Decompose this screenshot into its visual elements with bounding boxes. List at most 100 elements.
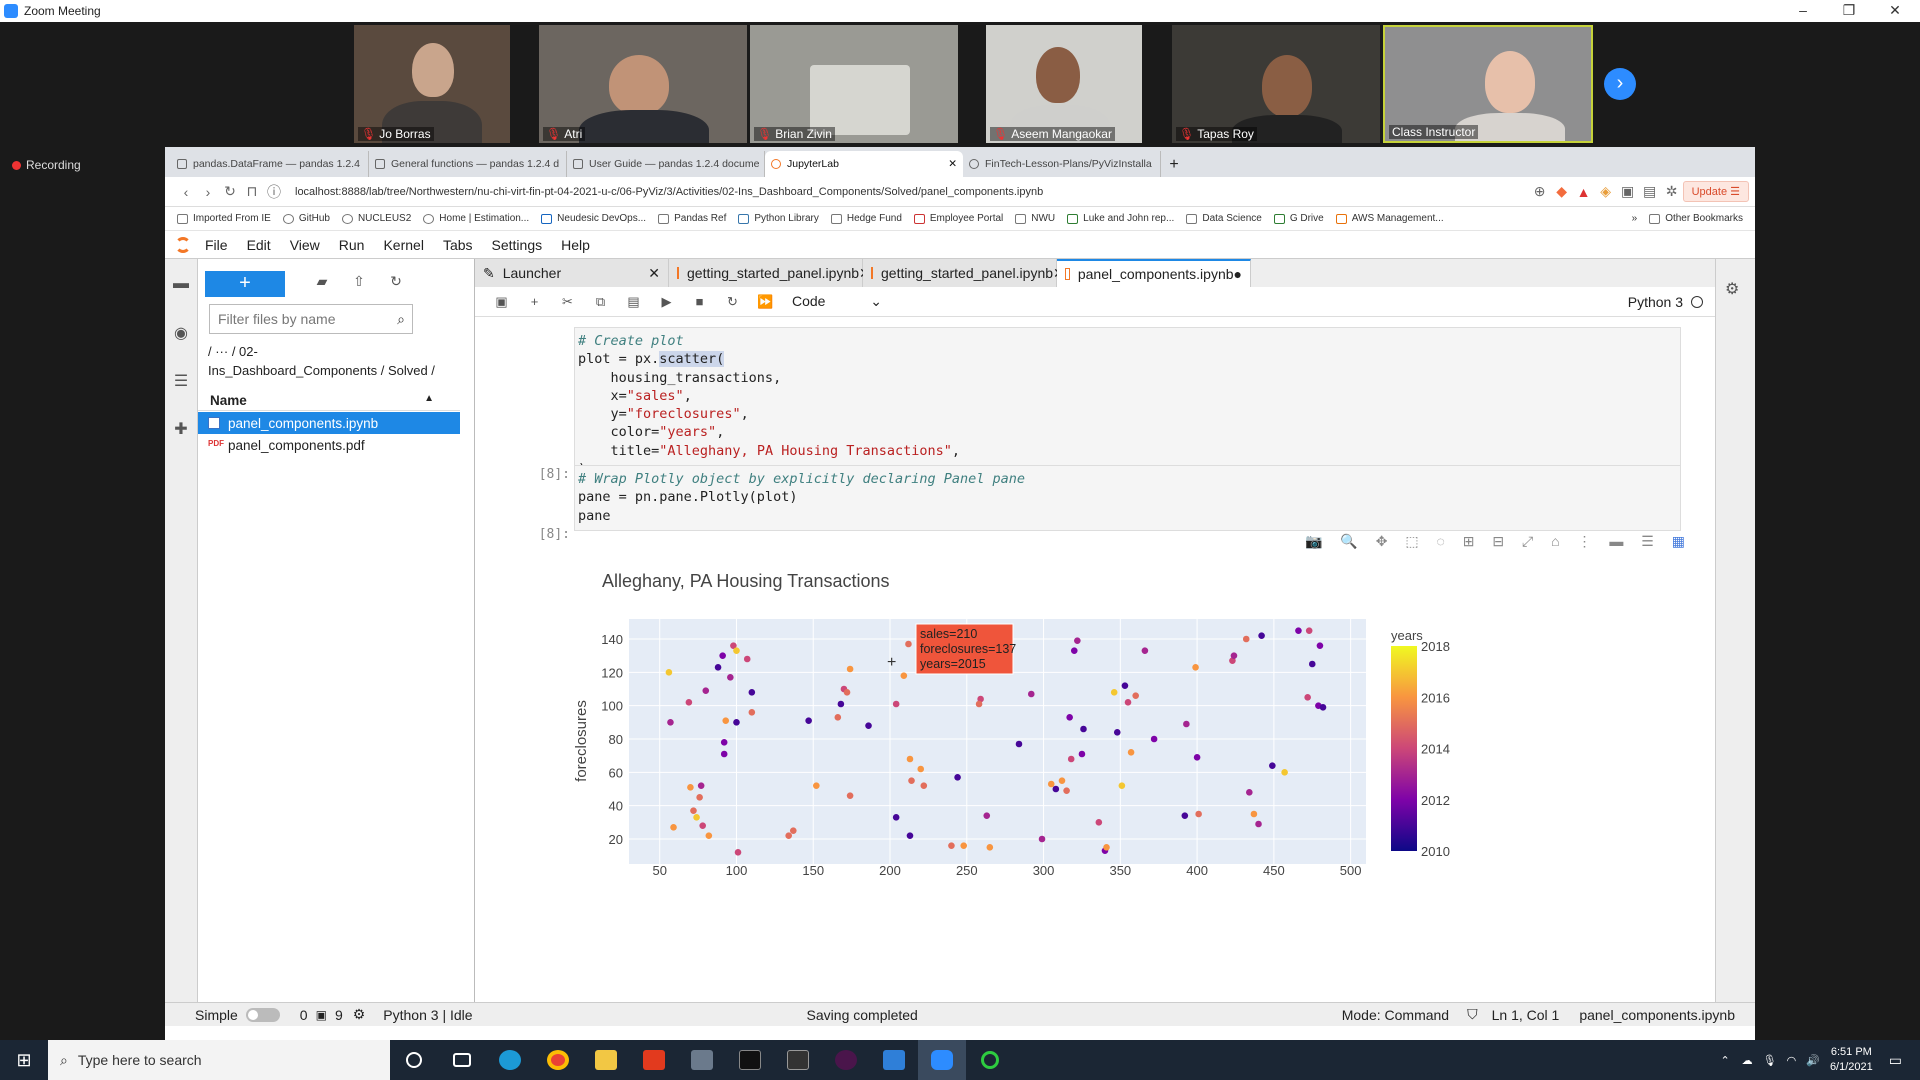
menu-kernel[interactable]: Kernel (383, 237, 423, 253)
next-participants-button[interactable]: › (1604, 68, 1636, 100)
browser-tab[interactable]: General functions — pandas 1.2.4 d (369, 151, 567, 177)
commands-icon[interactable]: ☰ (171, 371, 191, 391)
bookmark[interactable]: GitHub (282, 213, 330, 224)
extensions-icon[interactable]: ✚ (171, 419, 191, 439)
new-folder-icon[interactable]: ▰ (311, 273, 333, 290)
zoom-icon[interactable]: ⊕ (1529, 183, 1551, 200)
close-icon[interactable]: ✕ (648, 265, 660, 282)
cell-type-select[interactable]: Code ⌄ (792, 293, 882, 310)
terminal-icon[interactable]: ▣ (316, 1008, 327, 1022)
folder-icon[interactable]: ▬ (171, 275, 191, 295)
doc-tab-active[interactable]: panel_components.ipynb ● (1057, 259, 1251, 287)
metamask-icon[interactable]: ◈ (1595, 183, 1617, 200)
back-icon[interactable]: ‹ (175, 184, 197, 200)
other-bookmarks[interactable]: Other Bookmarks (1649, 213, 1743, 224)
cursor-position[interactable]: Ln 1, Col 1 (1492, 1007, 1560, 1023)
puzzle-icon[interactable]: ✲ (1661, 183, 1683, 200)
windows-start-icon[interactable]: ⊞ (0, 1050, 48, 1071)
refresh-icon[interactable]: ↻ (385, 273, 407, 290)
shield-icon[interactable]: ⛉ (1467, 1006, 1478, 1023)
volume-icon[interactable]: 🔊 (1806, 1054, 1820, 1067)
chevron-up-icon[interactable]: ⌃ (1720, 1054, 1729, 1067)
more-bookmarks-button[interactable]: » (1632, 213, 1638, 224)
save-icon[interactable]: ▣ (485, 294, 518, 310)
brave-shield-icon[interactable]: ◆ (1551, 183, 1573, 200)
edge-icon[interactable] (486, 1040, 534, 1080)
code-cell-create-plot[interactable]: # Create plot plot = px.scatter( housing… (574, 327, 1681, 481)
wifi-icon[interactable]: ◠ (1787, 1054, 1797, 1067)
filter-files-input[interactable]: Filter files by name ⌕ (209, 304, 413, 334)
doc-tab[interactable]: getting_started_panel.ipynb✕ (669, 259, 871, 287)
kernel-settings-icon[interactable]: ⚙ (353, 1006, 366, 1023)
bookmark[interactable]: Imported From IE (177, 213, 271, 224)
file-item[interactable]: panel_components.ipynb (198, 412, 460, 434)
restart-icon[interactable]: ↻ (716, 294, 749, 310)
paste-icon[interactable]: ▤ (617, 294, 650, 310)
slack-icon[interactable] (822, 1040, 870, 1080)
cut-icon[interactable]: ✂ (551, 294, 584, 310)
bookmark[interactable]: Data Science (1186, 213, 1262, 224)
running-icon[interactable]: ◉ (171, 323, 191, 343)
doc-tab[interactable]: getting_started_panel.ipynb✕ (863, 259, 1065, 287)
extension-icon[interactable]: ▤ (1639, 183, 1661, 200)
browser-tab[interactable]: pandas.DataFrame — pandas 1.2.4 (171, 151, 369, 177)
bookmark[interactable]: NWU (1015, 213, 1055, 224)
menu-settings[interactable]: Settings (492, 237, 543, 253)
kernel-indicator[interactable]: Python 3 (1628, 294, 1703, 310)
office-icon[interactable] (630, 1040, 678, 1080)
code-cell-wrap-plotly[interactable]: # Wrap Plotly object by explicitly decla… (574, 465, 1681, 531)
browser-tab[interactable]: FinTech-Lesson-Plans/PyVizInstalla (963, 151, 1161, 177)
brave-rewards-icon[interactable]: ▲ (1573, 184, 1595, 200)
close-tab-icon[interactable]: ✕ (942, 158, 957, 170)
bookmark[interactable]: Luke and John rep... (1067, 213, 1174, 224)
menu-tabs[interactable]: Tabs (443, 237, 473, 253)
doc-tab-launcher[interactable]: ✎ Launcher ✕ (475, 259, 669, 287)
file-item[interactable]: PDF panel_components.pdf (198, 434, 460, 456)
participant-tile[interactable]: 🎙 Brian Zivin (750, 25, 958, 143)
bookmark[interactable]: NUCLEUS2 (341, 213, 411, 224)
browser-tab-active[interactable]: JupyterLab ✕ (765, 151, 963, 177)
menu-help[interactable]: Help (561, 237, 590, 253)
participant-tile-active-speaker[interactable]: Class Instructor (1383, 25, 1593, 143)
bookmark[interactable]: AWS Management... (1335, 213, 1444, 224)
bookmark[interactable]: Python Library (738, 213, 819, 224)
file-explorer-icon[interactable] (582, 1040, 630, 1080)
participant-tile[interactable]: 🎙 Atri (539, 25, 747, 143)
notifications-icon[interactable]: ▭ (1889, 1052, 1902, 1069)
kernel-status[interactable]: Python 3 | Idle (383, 1007, 472, 1023)
bookmark[interactable]: Employee Portal (913, 213, 1003, 224)
minimize-icon[interactable]: – (1780, 0, 1826, 22)
upload-icon[interactable]: ⇧ (348, 273, 370, 290)
console-icon[interactable] (774, 1040, 822, 1080)
participant-tile[interactable]: 🎙 Tapas Roy (1172, 25, 1380, 143)
insert-cell-icon[interactable]: + (518, 294, 551, 309)
simple-mode-toggle[interactable] (245, 1007, 280, 1022)
menu-view[interactable]: View (290, 237, 320, 253)
chrome-icon[interactable] (534, 1040, 582, 1080)
app-icon[interactable] (966, 1040, 1014, 1080)
menu-run[interactable]: Run (339, 237, 365, 253)
taskbar-search[interactable]: ⌕ Type here to search (48, 1040, 390, 1080)
url-field[interactable]: localhost:8888/lab/tree/Northwestern/nu-… (295, 186, 1529, 198)
bookmark[interactable]: Neudesic DevOps... (541, 213, 646, 224)
bookmark[interactable]: Hedge Fund (830, 213, 902, 224)
property-inspector-gear-icon[interactable]: ⚙ (1725, 279, 1739, 299)
stop-icon[interactable]: ■ (683, 294, 716, 309)
copy-icon[interactable]: ⧉ (584, 294, 617, 310)
browser-tab[interactable]: User Guide — pandas 1.2.4 docume (567, 151, 765, 177)
forward-icon[interactable]: › (197, 184, 219, 200)
menu-edit[interactable]: Edit (247, 237, 271, 253)
reload-icon[interactable]: ↻ (219, 183, 241, 200)
fast-forward-icon[interactable]: ⏩ (749, 294, 782, 310)
participant-tile[interactable]: 🎙 Aseem Mangaokar (986, 25, 1142, 143)
name-column-header[interactable]: Name ▲ (198, 387, 460, 411)
bookmark-icon[interactable]: ⊓ (241, 183, 263, 200)
task-view-icon[interactable] (438, 1040, 486, 1080)
notepad-icon[interactable] (870, 1040, 918, 1080)
breadcrumb[interactable]: / ··· / 02- Ins_Dashboard_Components / So… (208, 342, 473, 380)
bookmark[interactable]: Pandas Ref (658, 213, 726, 224)
bookmark[interactable]: G Drive (1273, 213, 1324, 224)
taskbar-clock[interactable]: 6:51 PM 6/1/2021 (1830, 1045, 1873, 1075)
calculator-icon[interactable] (678, 1040, 726, 1080)
participant-tile[interactable]: 🎙 Jo Borras (354, 25, 510, 143)
